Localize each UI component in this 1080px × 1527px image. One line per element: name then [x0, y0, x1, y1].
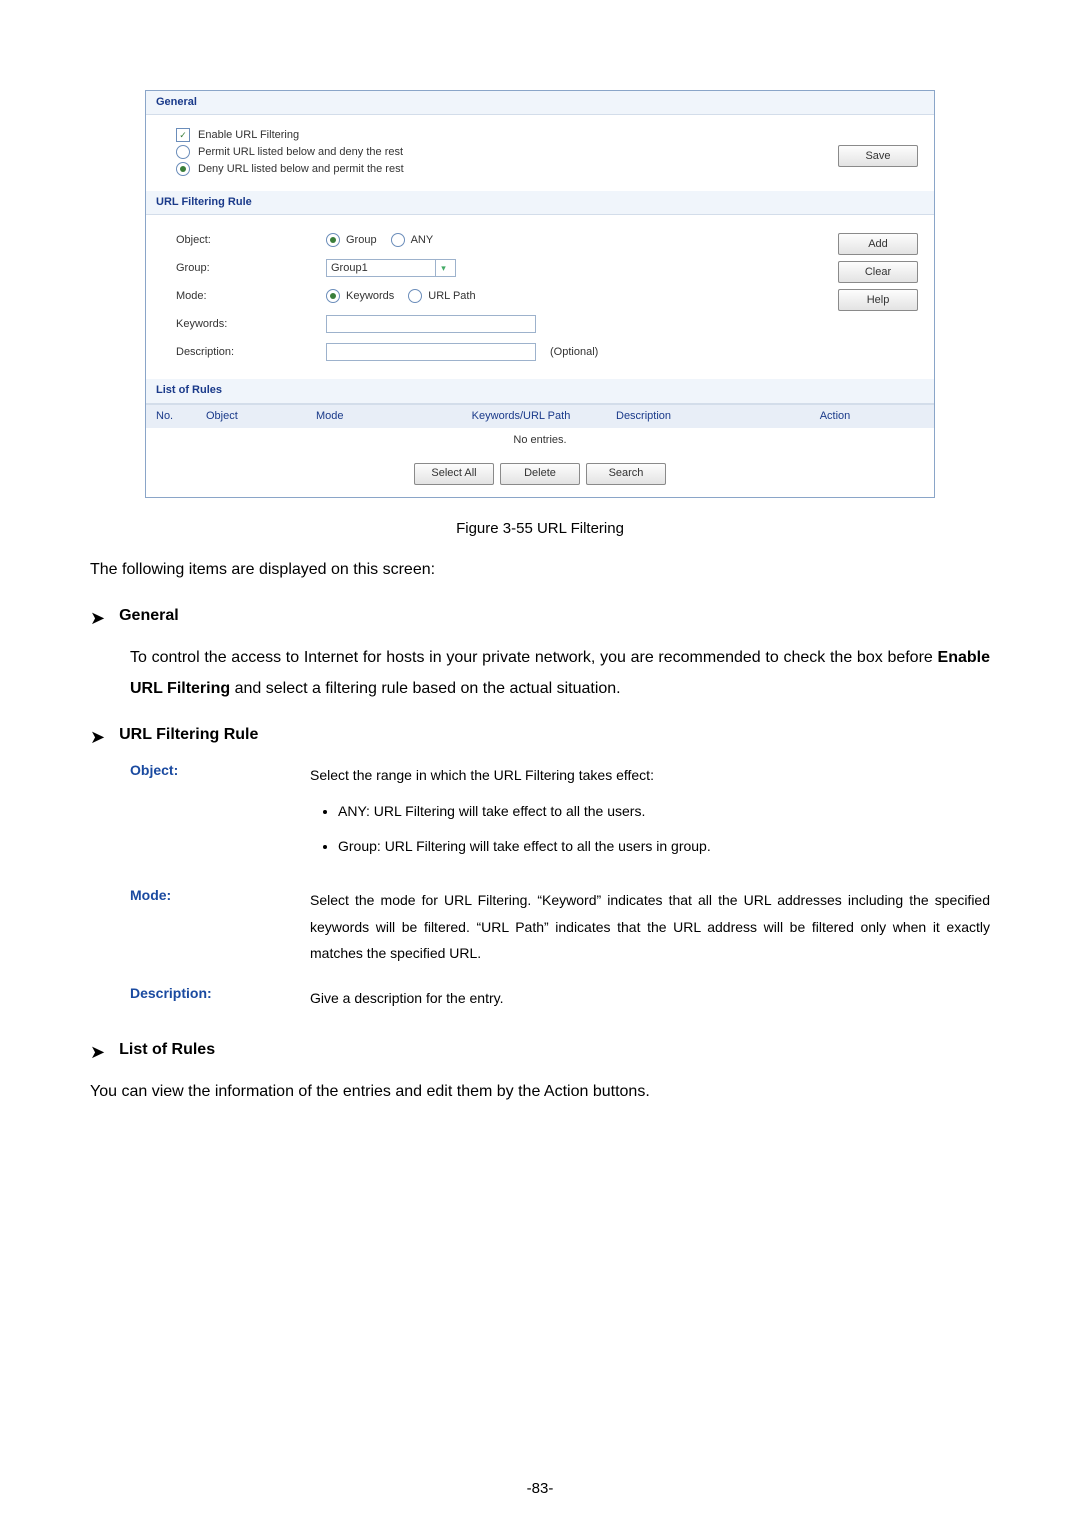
deny-radio-label: Deny URL listed below and permit the res… [198, 163, 404, 176]
optional-text: (Optional) [550, 346, 598, 359]
doc-mode-desc: Select the mode for URL Filtering. “Keyw… [310, 887, 990, 967]
group-select[interactable]: Group1 ▾ [326, 259, 456, 277]
chevron-down-icon: ▾ [435, 260, 451, 276]
select-all-button[interactable]: Select All [414, 463, 494, 485]
delete-button[interactable]: Delete [500, 463, 580, 485]
enable-url-filtering-checkbox[interactable] [176, 128, 190, 142]
deny-radio[interactable] [176, 162, 190, 176]
clear-button[interactable]: Clear [838, 261, 918, 283]
description-label: Description: [176, 346, 316, 359]
doc-desc-label: Description: [130, 985, 310, 1012]
page-number: -83- [0, 1480, 1080, 1497]
arrow-icon: ➤ [90, 1041, 105, 1063]
col-mode: Mode [316, 410, 426, 423]
doc-object-desc: Select the range in which the URL Filter… [310, 762, 990, 789]
col-no: No. [156, 410, 206, 423]
add-button[interactable]: Add [838, 233, 918, 255]
section-header-rule: URL Filtering Rule [146, 191, 934, 215]
col-action: Action [746, 410, 924, 423]
keywords-label: Keywords: [176, 318, 316, 331]
keywords-input[interactable] [326, 315, 536, 333]
search-button[interactable]: Search [586, 463, 666, 485]
description-input[interactable] [326, 343, 536, 361]
mode-label: Mode: [176, 290, 316, 303]
heading-general: General [119, 607, 179, 625]
col-kw: Keywords/URL Path [426, 410, 616, 423]
no-entries-text: No entries. [146, 428, 934, 453]
section-header-general: General [146, 91, 934, 115]
col-object: Object [206, 410, 316, 423]
section-header-list: List of Rules [146, 379, 934, 403]
url-filtering-panel: General Enable URL Filtering Permit URL … [145, 90, 935, 498]
doc-object-opt2: Group: URL Filtering will take effect to… [338, 834, 990, 859]
help-button[interactable]: Help [838, 289, 918, 311]
arrow-icon: ➤ [90, 607, 105, 629]
save-button[interactable]: Save [838, 145, 918, 167]
group-label: Group: [176, 262, 316, 275]
heading-rule: URL Filtering Rule [119, 726, 258, 744]
mode-urlpath-radio[interactable] [408, 289, 422, 303]
object-group-radio[interactable] [326, 233, 340, 247]
rules-table-header: No. Object Mode Keywords/URL Path Descri… [146, 404, 934, 428]
heading-list: List of Rules [119, 1041, 215, 1059]
object-any-radio[interactable] [391, 233, 405, 247]
permit-radio[interactable] [176, 145, 190, 159]
permit-radio-label: Permit URL listed below and deny the res… [198, 146, 403, 159]
list-paragraph: You can view the information of the entr… [90, 1077, 990, 1107]
intro-text: The following items are displayed on thi… [90, 555, 990, 585]
doc-mode-label: Mode: [130, 887, 310, 967]
object-group-radio-label: Group [346, 234, 377, 247]
enable-url-filtering-label: Enable URL Filtering [198, 129, 299, 142]
general-paragraph: To control the access to Internet for ho… [130, 643, 990, 704]
object-any-radio-label: ANY [411, 234, 434, 247]
figure-caption: Figure 3-55 URL Filtering [90, 520, 990, 537]
mode-urlpath-radio-label: URL Path [428, 290, 475, 303]
doc-object-label: Object: [130, 762, 310, 869]
arrow-icon: ➤ [90, 726, 105, 748]
doc-desc-desc: Give a description for the entry. [310, 985, 990, 1012]
mode-keywords-radio[interactable] [326, 289, 340, 303]
object-label: Object: [176, 234, 316, 247]
doc-object-opt1: ANY: URL Filtering will take effect to a… [338, 799, 990, 824]
group-select-value: Group1 [331, 262, 368, 275]
mode-keywords-radio-label: Keywords [346, 290, 394, 303]
col-desc: Description [616, 410, 746, 423]
